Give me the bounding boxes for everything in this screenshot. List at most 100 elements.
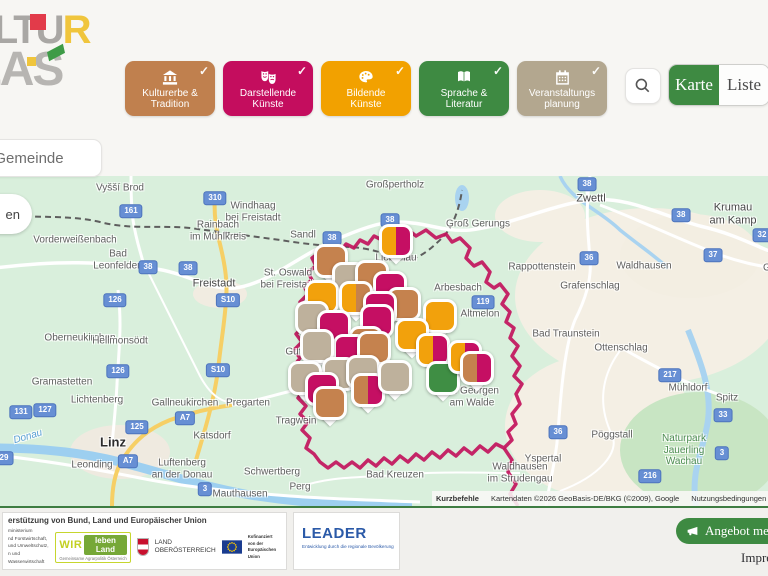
kulturatlas-logo[interactable]: KULTUR ATLAS — [0, 0, 130, 130]
book-icon — [455, 69, 473, 86]
map-attribution: Kurzbefehle Kartendaten ©2026 GeoBasis-D… — [432, 491, 768, 506]
road-badge: 217 — [658, 368, 681, 382]
map-canvas[interactable]: Vyšší BrodGroßpertholzWindhaagbei Freist… — [0, 176, 768, 508]
road-badge: 3 — [715, 446, 729, 460]
road-badge: 125 — [125, 420, 148, 434]
map-marker[interactable] — [378, 360, 412, 394]
eu-flag — [222, 539, 242, 555]
map-label: Vyšší Brod — [96, 182, 144, 194]
road-badge: 126 — [103, 293, 126, 307]
map-label: Bad Traunstein — [532, 328, 599, 340]
check-icon: ✓ — [199, 64, 209, 78]
map-label: Großpertholz — [366, 179, 424, 191]
road-badge: 310 — [203, 191, 226, 205]
filter-button-sprache-[interactable]: Sprache &Literatur✓ — [419, 61, 509, 116]
map-label: Waldhausen — [616, 260, 671, 272]
tab-liste[interactable]: Liste — [719, 65, 768, 105]
impressum-link[interactable]: Impressum — [741, 550, 768, 566]
category-filter-row: Kulturerbe &Tradition✓DarstellendeKünste… — [125, 61, 607, 116]
map-label: Schwertberg — [244, 466, 300, 478]
map-label: BadLeonfelden — [93, 249, 143, 272]
map-label: Bad Kreuzen — [366, 469, 424, 481]
eu-cofinanced-label: Kofinanziert von der Europäischen Union — [248, 534, 281, 560]
logo-red-square — [30, 14, 46, 30]
road-badge: 38 — [578, 177, 597, 191]
report-offer-button[interactable]: Angebot melden — [676, 518, 768, 544]
road-badge: 37 — [704, 248, 723, 262]
leader-subtitle: Entwicklung durch die regionale Bevölker… — [302, 544, 391, 549]
road-badge: 38 — [323, 231, 342, 245]
road-badge: S10 — [206, 363, 230, 377]
filter-button-bildende[interactable]: BildendeKünste✓ — [321, 61, 411, 116]
logo-yellow-square — [27, 57, 36, 66]
map-label: Spitz — [716, 392, 738, 404]
footer: erstützung von Bund, Land und Europäisch… — [0, 508, 768, 576]
road-badge: 36 — [549, 425, 568, 439]
kulturatlas-app: Vyšší BrodGroßpertholzWindhaagbei Freist… — [0, 0, 768, 576]
map-label: Rainbachim Mühlkreis — [190, 220, 246, 243]
terms-link[interactable]: Nutzungsbedingungen — [691, 494, 766, 503]
road-badge: 38 — [672, 208, 691, 222]
megaphone-icon — [686, 525, 699, 538]
map-label: Perg — [289, 481, 310, 493]
map-label: Mauthausen — [212, 488, 267, 500]
search-icon — [634, 77, 652, 95]
check-icon: ✓ — [395, 64, 405, 78]
map-marker[interactable] — [379, 224, 413, 258]
map-label: Katsdorf — [193, 430, 230, 442]
view-toggle: Karte Liste — [668, 64, 768, 106]
map-label: Mühldorf — [669, 382, 708, 394]
austria-coat-of-arms — [137, 538, 149, 556]
search-button[interactable] — [625, 68, 661, 104]
filter-button-veranstaltungs[interactable]: Veranstaltungsplanung✓ — [517, 61, 607, 116]
map-label: NaturparkJauerlingWachau — [662, 433, 706, 468]
road-badge: 36 — [580, 251, 599, 265]
wir-leben-land-logo: WIRleben Land Gemeinsame Agrarpolitik Ös… — [55, 532, 130, 563]
map-label: Rappottenstein — [508, 261, 575, 273]
map-label: Pöggstall — [591, 429, 632, 441]
road-badge: 161 — [119, 204, 142, 218]
map-label: Gallneukirchen — [152, 397, 219, 409]
calendar-icon — [554, 69, 571, 86]
map-data-credit: Kartendaten ©2026 GeoBasis-DE/BKG (©2009… — [491, 494, 679, 503]
filter-button-darstellende[interactable]: DarstellendeKünste✓ — [223, 61, 313, 116]
header: KULTUR ATLAS Kulturerbe &Tradition✓Darst… — [0, 0, 768, 176]
palette-icon — [357, 69, 375, 86]
map-label: Altmelon — [461, 308, 500, 320]
map-label: Groß Gerungs — [446, 218, 510, 230]
map-marker[interactable] — [313, 386, 347, 420]
map-label: Ottenschlag — [594, 342, 647, 354]
map-label: Luftenbergan der Donau — [152, 458, 213, 481]
road-badge: 119 — [472, 295, 495, 309]
filter-button-kulturerbe-[interactable]: Kulturerbe &Tradition✓ — [125, 61, 215, 116]
ministry-text: ministeriumnd Forstwirtschaft,und Umwelt… — [8, 528, 49, 566]
leader-logo-card: LEADER Entwicklung durch die regionale B… — [293, 512, 400, 570]
map-label: Pregarten — [226, 397, 270, 409]
road-badge: A7 — [175, 411, 195, 425]
map-label: Gföhl — [763, 262, 768, 274]
map-label: Grafenschlag — [560, 280, 619, 292]
road-badge: 131 — [9, 405, 32, 419]
leader-title: LEADER — [302, 525, 391, 542]
museum-icon — [161, 69, 179, 86]
map-marker[interactable] — [460, 351, 494, 385]
road-badge: 38 — [139, 260, 158, 274]
map-label: Lichtenberg — [71, 394, 123, 406]
road-badge: A7 — [118, 454, 138, 468]
gemeinde-filter[interactable]: Gemeinde — [0, 139, 102, 177]
map-label: Tragwein — [276, 415, 317, 427]
road-badge: 33 — [714, 408, 733, 422]
road-badge: 3 — [198, 482, 212, 496]
map-label: Linz — [100, 436, 126, 451]
map-label: Hellmonsödt — [92, 335, 148, 347]
shortcuts-link[interactable]: Kurzbefehle — [436, 494, 479, 503]
map-label: Gramastetten — [32, 376, 93, 388]
map-label: Arbesbach — [434, 282, 482, 294]
road-badge: 32 — [753, 228, 768, 242]
check-icon: ✓ — [297, 64, 307, 78]
map-label: Vorderweißenbach — [33, 234, 116, 246]
funding-logos-card: erstützung von Bund, Land und Europäisch… — [2, 512, 287, 570]
masks-icon — [259, 69, 278, 86]
tab-karte[interactable]: Karte — [669, 65, 719, 105]
funding-title: erstützung von Bund, Land und Europäisch… — [8, 516, 281, 525]
